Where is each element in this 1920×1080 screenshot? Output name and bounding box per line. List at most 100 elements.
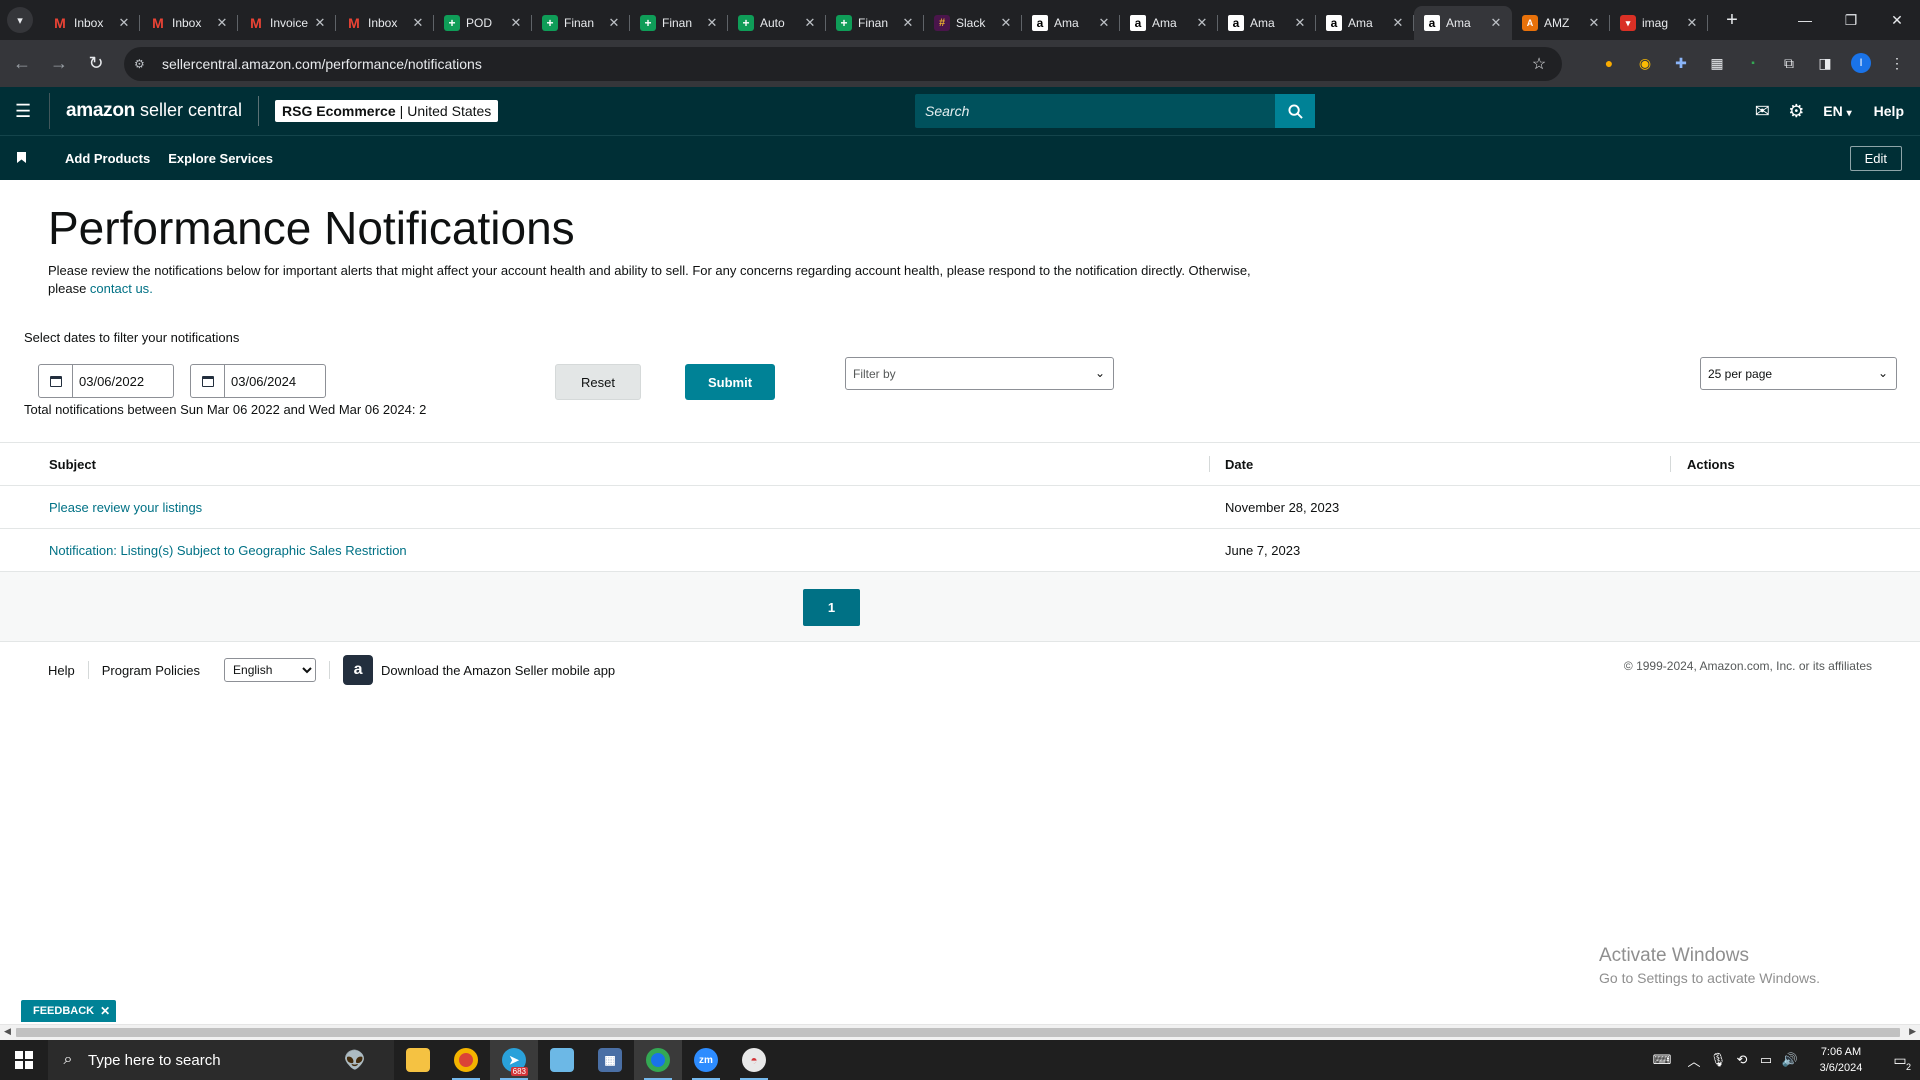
per-page-select[interactable]: 25 per page ⌄	[1700, 357, 1897, 390]
tab-close-icon[interactable]: ✕	[1684, 15, 1700, 31]
network-status-icon[interactable]: ⟲	[1730, 1052, 1754, 1068]
volume-icon[interactable]: 🔊	[1778, 1052, 1802, 1068]
tab-search-chevron-icon[interactable]: ▾	[7, 7, 33, 33]
scrollbar-thumb[interactable]	[16, 1028, 1900, 1037]
taskbar-search[interactable]: ⌕ Type here to search 👽	[48, 1040, 394, 1080]
tab-close-icon[interactable]: ✕	[116, 15, 132, 31]
chrome-profile-app[interactable]	[634, 1040, 682, 1080]
language-selector[interactable]: EN ▾	[1823, 103, 1851, 119]
tab-close-icon[interactable]: ✕	[1390, 15, 1406, 31]
browser-tab[interactable]: M Inbox ✕	[42, 6, 140, 40]
zoom-app[interactable]: zm	[682, 1040, 730, 1080]
help-link[interactable]: Help	[1874, 103, 1904, 119]
calculator-app[interactable]: ▦	[586, 1040, 634, 1080]
extension-cookie-icon[interactable]: ●	[1594, 48, 1624, 78]
forward-arrow-icon[interactable]: →	[44, 49, 74, 79]
amazon-seller-app-icon[interactable]: a	[343, 655, 374, 685]
browser-tab[interactable]: + Finan ✕	[532, 6, 630, 40]
start-date-value[interactable]: 03/06/2022	[73, 374, 144, 389]
browser-tab[interactable]: a Ama ✕	[1316, 6, 1414, 40]
footer-language-select[interactable]: English	[224, 658, 317, 682]
browser-tab[interactable]: M Inbox ✕	[140, 6, 238, 40]
tab-close-icon[interactable]: ✕	[802, 15, 818, 31]
start-button[interactable]	[0, 1040, 48, 1080]
browser-tab[interactable]: a Ama ✕	[1218, 6, 1316, 40]
reload-icon[interactable]: ↻	[81, 49, 111, 79]
contact-us-link[interactable]: contact us	[90, 281, 149, 296]
tab-close-icon[interactable]: ✕	[704, 15, 720, 31]
browser-tab[interactable]: + Auto ✕	[728, 6, 826, 40]
tab-close-icon[interactable]: ✕	[606, 15, 622, 31]
download-app-link[interactable]: Download the Amazon Seller mobile app	[381, 663, 615, 678]
show-hidden-icons-chevron[interactable]: ︿	[1682, 1051, 1706, 1070]
bookmark-star-icon[interactable]: ☆	[1524, 54, 1554, 74]
wifi-icon[interactable]: ▭	[1754, 1052, 1778, 1068]
notification-subject-link[interactable]: Please review your listings	[49, 500, 202, 515]
horizontal-scrollbar[interactable]: ◀ ▶	[0, 1024, 1920, 1040]
page-button-current[interactable]: 1	[803, 589, 860, 626]
extension-blue-icon[interactable]: ✚	[1666, 48, 1696, 78]
minimize-icon[interactable]: —	[1782, 0, 1828, 40]
browser-menu-icon[interactable]: ⋮	[1882, 48, 1912, 78]
url-text[interactable]: sellercentral.amazon.com/performance/not…	[162, 56, 1524, 72]
end-date-field[interactable]: 03/06/2024	[190, 364, 326, 398]
end-calendar-icon[interactable]	[191, 365, 225, 397]
start-calendar-icon[interactable]	[39, 365, 73, 397]
browser-tab[interactable]: M Inbox ✕	[336, 6, 434, 40]
notification-subject-link[interactable]: Notification: Listing(s) Subject to Geog…	[49, 543, 407, 558]
hamburger-menu-icon[interactable]: ☰	[15, 101, 33, 122]
scroll-left-arrow-icon[interactable]: ◀	[4, 1026, 11, 1037]
tab-close-icon[interactable]: ✕	[312, 15, 328, 31]
address-bar[interactable]: ⚙ sellercentral.amazon.com/performance/n…	[124, 47, 1562, 81]
keyboard-icon[interactable]: ⌨	[1642, 1052, 1682, 1068]
seller-central-logo[interactable]: amazon seller central	[66, 100, 242, 122]
tab-close-icon[interactable]: ✕	[1586, 15, 1602, 31]
side-panel-icon[interactable]: ◨	[1810, 48, 1840, 78]
browser-tab[interactable]: M Invoice ✕	[238, 6, 336, 40]
start-date-field[interactable]: 03/06/2022	[38, 364, 174, 398]
search-button[interactable]	[1275, 94, 1315, 128]
tab-close-icon[interactable]: ✕	[410, 15, 426, 31]
footer-help-link[interactable]: Help	[48, 663, 75, 678]
filter-by-select[interactable]: Filter by ⌄	[845, 357, 1114, 390]
extension-image-icon[interactable]: ▦	[1702, 48, 1732, 78]
mail-icon[interactable]: ✉	[1745, 101, 1779, 122]
tab-close-icon[interactable]: ✕	[214, 15, 230, 31]
tab-close-icon[interactable]: ✕	[508, 15, 524, 31]
close-window-icon[interactable]: ✕	[1874, 0, 1920, 40]
nav-explore-services[interactable]: Explore Services	[168, 151, 273, 166]
file-explorer-app[interactable]	[394, 1040, 442, 1080]
tab-close-icon[interactable]: ✕	[1096, 15, 1112, 31]
feedback-button[interactable]: FEEDBACK ✕	[21, 1000, 117, 1022]
tab-close-icon[interactable]: ✕	[1292, 15, 1308, 31]
search-input[interactable]	[915, 94, 1275, 128]
browser-tab[interactable]: # Slack ✕	[924, 6, 1022, 40]
extension-circle-icon[interactable]: ◉	[1630, 48, 1660, 78]
telegram-app[interactable]: ➤ 683	[490, 1040, 538, 1080]
settings-gear-icon[interactable]: ⚙	[1779, 101, 1813, 122]
browser-tab[interactable]: + Finan ✕	[630, 6, 728, 40]
vpn-app[interactable]: ◓	[730, 1040, 778, 1080]
tab-close-icon[interactable]: ✕	[1488, 15, 1504, 31]
notes-app[interactable]	[538, 1040, 586, 1080]
edit-nav-button[interactable]: Edit	[1849, 146, 1902, 171]
chrome-app[interactable]	[442, 1040, 490, 1080]
scroll-right-arrow-icon[interactable]: ▶	[1909, 1026, 1916, 1037]
microphone-icon[interactable]: 🎙	[1706, 1052, 1730, 1068]
extension-green-icon[interactable]: ▪	[1738, 48, 1768, 78]
site-settings-icon[interactable]: ⚙	[134, 57, 154, 71]
end-date-value[interactable]: 03/06/2024	[225, 374, 296, 389]
browser-tab[interactable]: a Ama ✕	[1022, 6, 1120, 40]
restore-icon[interactable]: ❐	[1828, 0, 1874, 40]
taskbar-clock[interactable]: 7:06 AM 3/6/2024	[1802, 1044, 1880, 1076]
reset-button[interactable]: Reset	[555, 364, 641, 400]
browser-tab[interactable]: a Ama ✕	[1120, 6, 1218, 40]
tab-close-icon[interactable]: ✕	[900, 15, 916, 31]
new-tab-plus-icon[interactable]: +	[1718, 9, 1746, 32]
notifications-icon[interactable]: ▭ 2	[1880, 1040, 1920, 1080]
bookmark-icon[interactable]	[17, 151, 31, 166]
submit-button[interactable]: Submit	[685, 364, 775, 400]
store-switcher[interactable]: RSG Ecommerce | United States	[275, 100, 499, 122]
browser-tab[interactable]: A AMZ ✕	[1512, 6, 1610, 40]
browser-tab[interactable]: a Ama ✕	[1414, 6, 1512, 40]
